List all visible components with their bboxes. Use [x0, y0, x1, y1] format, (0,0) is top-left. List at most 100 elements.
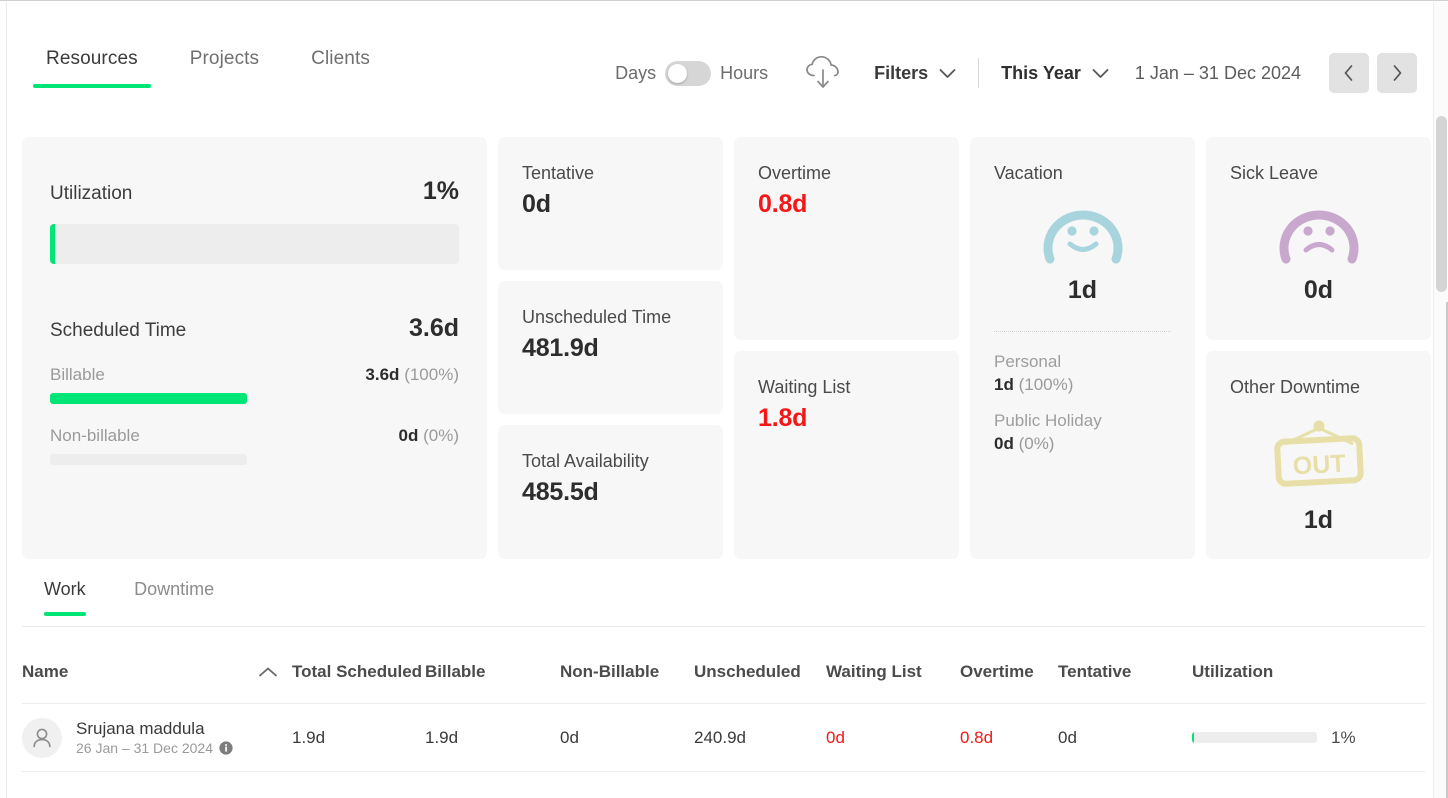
subtab-work-label: Work [44, 579, 86, 599]
nonbillable-bar-track [50, 454, 247, 465]
scheduled-time-header: Scheduled Time 3.6d [50, 314, 459, 343]
other-downtime-icon-wrap: OUT 1d [1230, 416, 1407, 535]
sick-leave-label: Sick Leave [1230, 163, 1319, 183]
table-header-row: Name Total Scheduled Billable Non-Billab… [22, 641, 1425, 703]
unit-toggle-group: Days Hours [615, 60, 768, 86]
sick-leave-value: 0d [1303, 276, 1334, 304]
period-label: This Year [1001, 62, 1081, 83]
column-header-name[interactable]: Name [22, 662, 292, 682]
waiting-list-card: Waiting List 1.8d [734, 351, 959, 559]
other-downtime-card: Other Downtime OUT 1d [1206, 351, 1431, 559]
cloud-download-icon [806, 55, 839, 88]
row-unscheduled: 240.9d [694, 727, 746, 747]
nonbillable-value: 0d (0%) [398, 426, 459, 445]
toolbar: Days Hours Filters This Year 1 Jan – 31 … [615, 52, 1417, 94]
subtab-work[interactable]: Work [22, 579, 108, 616]
other-downtime-label: Other Downtime [1230, 377, 1361, 397]
unit-toggle-hours-label[interactable]: Hours [720, 63, 768, 84]
cloud-download-button[interactable] [802, 52, 848, 94]
availability-label: Total Availability [522, 451, 649, 471]
resource-dashboard: Resources Projects Clients Days Hours Fi… [0, 0, 1448, 798]
left-rail [0, 2, 7, 798]
chevron-down-icon [939, 68, 956, 78]
subtab-downtime-label: Downtime [134, 579, 215, 599]
unit-toggle-days-label[interactable]: Days [615, 63, 656, 84]
period-selector[interactable]: This Year [1001, 63, 1109, 84]
row-overtime: 0.8d [960, 727, 994, 747]
utilization-bar-fill [50, 224, 55, 264]
billable-bar-track [50, 393, 247, 404]
chevron-up-icon [259, 667, 277, 677]
overtime-label: Overtime [758, 163, 832, 183]
column-header-total-scheduled[interactable]: Total Scheduled [292, 662, 425, 682]
scrollbar-thumb[interactable] [1436, 116, 1447, 292]
tab-clients[interactable]: Clients [285, 48, 396, 88]
column-header-non-billable[interactable]: Non-Billable [560, 662, 694, 682]
next-period-button[interactable] [1377, 53, 1417, 93]
prev-period-button[interactable] [1329, 53, 1369, 93]
days-hours-toggle[interactable] [665, 60, 712, 86]
vacation-value: 1d [1067, 276, 1098, 304]
utilization-bar-track [50, 224, 459, 264]
tab-projects[interactable]: Projects [164, 48, 285, 88]
tab-resources[interactable]: Resources [20, 48, 164, 88]
sick-leave-icon-wrap: 0d [1230, 196, 1407, 305]
row-utilization-bar-track [1192, 732, 1317, 743]
filters-button[interactable]: Filters [874, 63, 956, 84]
column-header-waiting-list[interactable]: Waiting List [826, 662, 960, 682]
billable-value: 3.6d (100%) [365, 365, 459, 384]
row-utilization-bar-fill [1192, 732, 1194, 743]
overtime-column: Overtime 0.8d Waiting List 1.8d [734, 137, 959, 559]
filters-label: Filters [874, 62, 929, 83]
vacation-holiday-block: Public Holiday 0d (0%) [994, 411, 1171, 454]
utilization-card: Utilization 1% Scheduled Time 3.6d Billa… [22, 137, 487, 559]
vacation-holiday-label: Public Holiday [994, 411, 1102, 430]
toggle-knob [668, 63, 688, 83]
column-header-name-label: Name [22, 661, 69, 681]
vacation-personal-block: Personal 1d (100%) [994, 352, 1171, 395]
smiley-face-icon [1043, 210, 1122, 264]
row-billable: 1.9d [425, 727, 459, 747]
sad-face-icon [1279, 210, 1358, 264]
billable-label: Billable [50, 365, 105, 384]
row-total-scheduled: 1.9d [292, 727, 326, 747]
column-header-overtime[interactable]: Overtime [960, 662, 1058, 682]
column-header-tentative[interactable]: Tentative [1058, 662, 1192, 682]
billable-bar-fill [50, 393, 247, 404]
main-tabs: Resources Projects Clients [20, 48, 396, 88]
overtime-card: Overtime 0.8d [734, 137, 959, 340]
top-bar: Resources Projects Clients Days Hours Fi… [7, 2, 1425, 112]
vacation-icon-wrap: 1d [994, 196, 1171, 305]
toolbar-divider [978, 58, 980, 88]
page-scrollbar[interactable] [1433, 2, 1448, 798]
column-header-utilization[interactable]: Utilization [1192, 662, 1425, 682]
nonbillable-row: Non-billable 0d (0%) [50, 426, 459, 446]
tab-resources-label: Resources [46, 48, 138, 69]
availability-value: 485.5d [522, 478, 599, 506]
tentative-value: 0d [522, 190, 551, 218]
waiting-list-label: Waiting List [758, 377, 851, 397]
resources-table: Name Total Scheduled Billable Non-Billab… [22, 641, 1425, 772]
info-icon[interactable] [219, 741, 233, 755]
unscheduled-value: 481.9d [522, 334, 599, 362]
chevron-down-icon [1092, 68, 1109, 78]
row-name-text-wrap: Srujana maddula 26 Jan – 31 Dec 2024 [76, 718, 233, 757]
column-header-unscheduled[interactable]: Unscheduled [694, 662, 826, 682]
utilization-percent: 1% [422, 177, 459, 205]
out-sign-icon: OUT [1273, 420, 1364, 487]
vacation-holiday-value: 0d (0%) [994, 434, 1055, 453]
column-header-billable[interactable]: Billable [425, 662, 560, 682]
work-downtime-tabs: Work Downtime [22, 579, 1425, 629]
avatar [22, 717, 62, 758]
table-row[interactable]: Srujana maddula 26 Jan – 31 Dec 2024 1.9… [22, 703, 1425, 772]
tentative-label: Tentative [522, 163, 595, 183]
other-downtime-value: 1d [1303, 506, 1334, 534]
tentative-card: Tentative 0d [498, 137, 723, 270]
nonbillable-label: Non-billable [50, 426, 140, 445]
scheduled-time-value: 3.6d [408, 314, 459, 342]
vacation-card: Vacation 1d Personal 1d (100%) Public Ho… [970, 137, 1195, 559]
row-date-range: 26 Jan – 31 Dec 2024 [76, 740, 213, 757]
scheduled-time-title: Scheduled Time [50, 320, 187, 341]
downtime-column: Sick Leave 0d Other Downtime OUT 1d [1206, 137, 1431, 559]
subtab-downtime[interactable]: Downtime [112, 579, 236, 616]
